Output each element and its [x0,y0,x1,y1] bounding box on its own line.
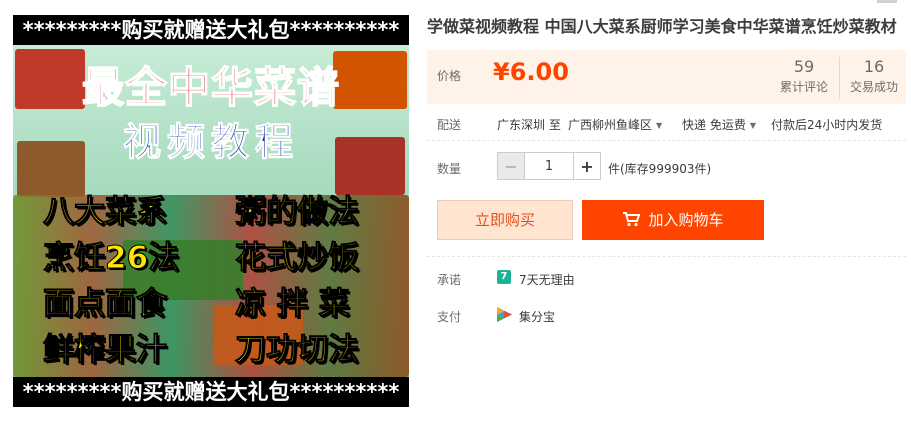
product-title: 学做菜视频教程 中国八大菜系厨师学习美食中华菜谱烹饪炒菜教材 [427,17,897,36]
image-feature: 面点面食 [43,286,168,322]
product-main-image[interactable]: *********购买就赠送大礼包********** 最全中华菜谱 视频教程 … [13,15,409,407]
delivery-destination: 广西柳州鱼峰区 [568,118,653,132]
deals-count: 16 [863,57,885,76]
chevron-down-icon: ▼ [656,121,663,130]
image-feature: 烹饪26法 [42,240,180,276]
delivery-destination-select[interactable]: 广西柳州鱼峰区 ▼ [568,116,662,133]
quantity-label: 数量 [437,162,462,176]
payment-text[interactable]: 集分宝 [519,308,555,325]
section-divider [427,140,906,141]
deals-stat: 16 交易成功 [839,57,909,95]
deals-label: 交易成功 [849,80,898,94]
shipping-method: 快递 免运费 [682,118,746,132]
promise-label: 承诺 [437,273,462,287]
image-feature: 八大菜系 [43,194,168,230]
price-value: ¥6.00 [493,58,569,86]
payment-label: 支付 [437,310,462,324]
price-label: 价格 [437,69,462,83]
add-to-cart-button[interactable]: 加入购物车 [582,200,764,240]
cart-icon [623,212,641,227]
image-banner-bottom: *********购买就赠送大礼包********** [13,377,409,407]
image-feature: 凉 拌 菜 [235,286,351,322]
image-subhead: 视频教程 [122,120,299,164]
reviews-stat[interactable]: 59 累计评论 [769,57,840,99]
quantity-increase-button[interactable]: + [573,153,600,179]
image-feature: 鲜榨果汁 [43,332,168,368]
seven-day-return-icon: 7 [497,270,511,284]
image-feature: 刀功切法 [235,332,360,368]
buy-now-button[interactable]: 立即购买 [437,200,573,240]
image-feature: 花式炒饭 [235,240,360,276]
reviews-count: 59 [793,57,815,76]
reviews-label: 累计评论 [779,80,828,94]
image-photo-collage: 最全中华菜谱 视频教程 八大菜系 粥的做法 烹饪26法 花式炒饭 面点面食 凉 … [13,45,409,377]
dispatch-time: 付款后24小时内发货 [771,118,883,132]
price-panel: 价格 ¥6.00 59 累计评论 16 交易成功 [427,50,906,104]
chevron-down-icon: ▼ [749,121,756,130]
shipping-select[interactable]: 快递 免运费 ▼ [682,116,756,133]
delivery-from: 广东深圳 至 [497,118,561,132]
delivery-label: 配送 [437,118,462,132]
quantity-input[interactable] [525,153,573,179]
quantity-stepper: − + [497,152,601,180]
section-divider [427,256,906,257]
image-headline: 最全中华菜谱 [81,63,340,112]
image-banner-top: *********购买就赠送大礼包********** [13,15,409,45]
jifenbao-icon [497,307,512,322]
quantity-decrease-button[interactable]: − [498,153,525,179]
image-feature: 粥的做法 [235,194,360,230]
add-to-cart-label: 加入购物车 [648,211,724,229]
stock-text: 件(库存999903件) [608,162,712,176]
promise-text[interactable]: 7天无理由 [519,271,575,288]
corner-edge-icon [877,0,897,3]
